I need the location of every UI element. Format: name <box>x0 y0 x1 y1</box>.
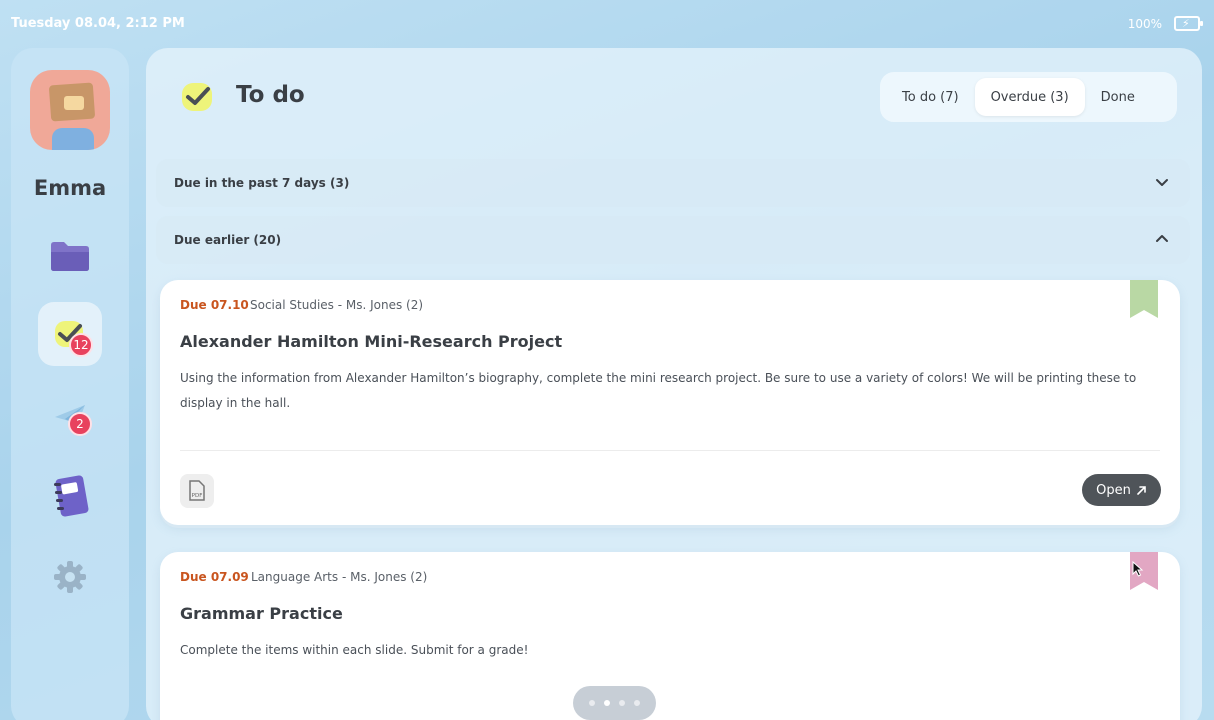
page-dot[interactable] <box>619 700 625 706</box>
main-panel: To do To do (7) Overdue (3) Done Due in … <box>146 48 1202 720</box>
pdf-attachment-icon[interactable]: PDF <box>180 474 214 508</box>
notebook-icon <box>54 475 89 517</box>
todo-badge: 12 <box>69 333 93 357</box>
status-datetime: Tuesday 08.04, 2:12 PM <box>11 16 185 31</box>
tab-overdue[interactable]: Overdue (3) <box>974 78 1085 116</box>
page-dot[interactable] <box>589 700 595 706</box>
page-dot-active[interactable] <box>604 700 610 706</box>
status-bar: Tuesday 08.04, 2:12 PM 100% ⚡ <box>0 0 1214 46</box>
assignment-card[interactable]: Due 07.09 Language Arts - Ms. Jones (2) … <box>160 552 1180 720</box>
assignment-title: Grammar Practice <box>180 604 343 623</box>
sidebar: Emma 12 2 <box>11 48 129 720</box>
section-label: Due in the past 7 days (3) <box>174 176 350 190</box>
folder-icon <box>51 242 89 271</box>
tab-bar: To do (7) Overdue (3) Done <box>880 72 1177 122</box>
assignment-description: Complete the items within each slide. Su… <box>180 643 529 657</box>
open-button-label: Open <box>1096 482 1131 498</box>
sidebar-item-notebook[interactable] <box>38 464 102 528</box>
sidebar-item-messages[interactable]: 2 <box>38 386 102 450</box>
tab-done[interactable]: Done <box>1085 78 1151 116</box>
due-date: Due 07.09 <box>180 570 249 584</box>
page-title: To do <box>236 82 305 108</box>
mouse-cursor-icon <box>1132 561 1144 577</box>
checkmark-icon <box>182 83 212 111</box>
arrow-up-right-icon <box>1137 485 1146 495</box>
sidebar-item-todo[interactable]: 12 <box>38 302 102 366</box>
page-indicator[interactable] <box>573 686 656 720</box>
messages-badge: 2 <box>68 412 92 436</box>
divider <box>180 450 1160 451</box>
section-due-past-7-days[interactable]: Due in the past 7 days (3) <box>156 159 1190 207</box>
user-name: Emma <box>33 176 107 200</box>
battery-icon: ⚡ <box>1174 16 1203 31</box>
chevron-up-icon <box>1156 235 1168 242</box>
open-button[interactable]: Open <box>1082 474 1161 506</box>
chevron-down-icon <box>1156 179 1168 186</box>
avatar[interactable] <box>30 70 110 150</box>
bookmark-icon[interactable] <box>1130 280 1158 320</box>
due-date: Due 07.10 <box>180 298 249 312</box>
svg-text:PDF: PDF <box>192 493 203 499</box>
sidebar-item-folder[interactable] <box>38 224 102 288</box>
section-label: Due earlier (20) <box>174 233 282 247</box>
gear-icon <box>54 561 86 593</box>
assignment-description: Using the information from Alexander Ham… <box>180 371 1137 410</box>
battery-percentage: 100% <box>1127 17 1162 31</box>
assignment-title: Alexander Hamilton Mini-Research Project <box>180 332 563 351</box>
pdf-file-icon: PDF <box>189 480 205 501</box>
tab-todo[interactable]: To do (7) <box>886 78 975 116</box>
course-name: Social Studies - Ms. Jones (2) <box>250 298 424 312</box>
sidebar-item-settings[interactable] <box>38 545 102 609</box>
page-dot[interactable] <box>634 700 640 706</box>
course-name: Language Arts - Ms. Jones (2) <box>251 570 428 584</box>
section-due-earlier[interactable]: Due earlier (20) <box>156 216 1190 264</box>
assignment-card[interactable]: Due 07.10 Social Studies - Ms. Jones (2)… <box>160 280 1180 525</box>
